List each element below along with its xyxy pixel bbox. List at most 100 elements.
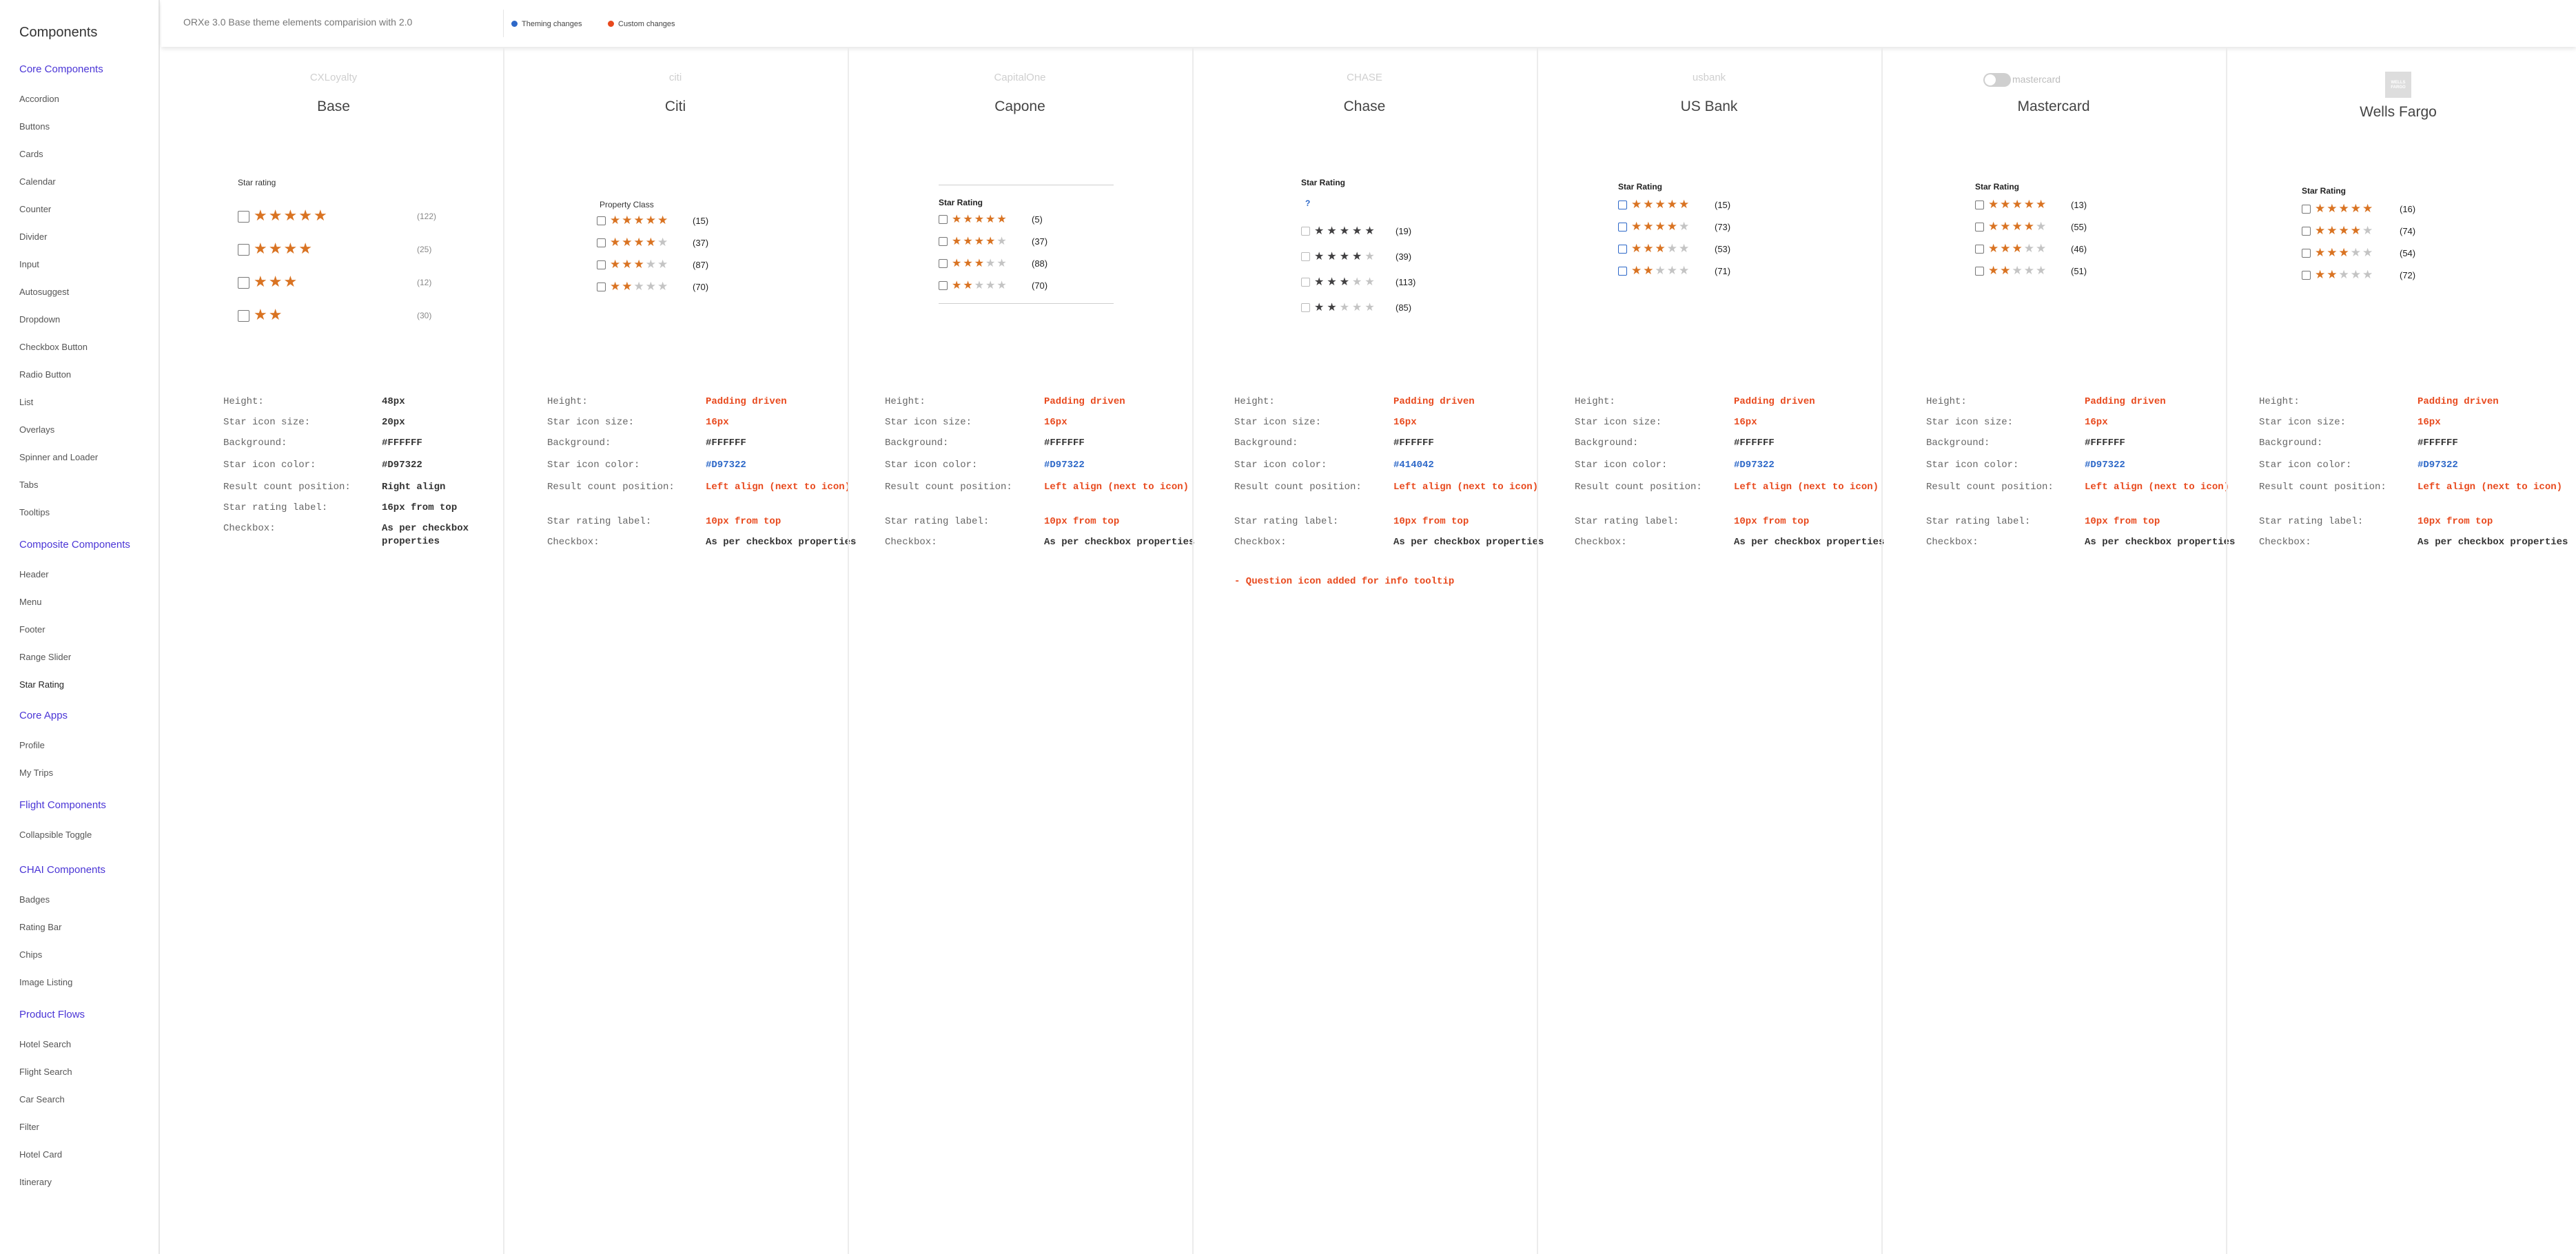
sidebar-item-dropdown[interactable]: Dropdown: [19, 314, 60, 325]
star-rating-option[interactable]: ★ ★ ★ ★ ★: [1301, 275, 1378, 289]
checkbox[interactable]: [1301, 277, 1310, 287]
star-rating-option[interactable]: ★ ★ ★ ★: [238, 242, 314, 257]
star-rating-option[interactable]: ★ ★ ★ ★ ★: [597, 258, 669, 271]
sidebar-item-spinner-and-loader[interactable]: Spinner and Loader: [19, 452, 98, 462]
sidebar-item-filter[interactable]: Filter: [19, 1122, 39, 1132]
property-label: Background:: [547, 438, 611, 449]
star-rating-option[interactable]: ★ ★ ★ ★ ★: [2302, 202, 2374, 216]
property-label: Height:: [2259, 396, 2300, 407]
checkbox[interactable]: [2302, 248, 2311, 258]
star-rating-option[interactable]: ★ ★ ★ ★ ★: [1618, 242, 1690, 256]
star-rating-option[interactable]: ★ ★ ★: [238, 275, 298, 290]
sidebar-item-rating-bar[interactable]: Rating Bar: [19, 922, 61, 932]
checkbox[interactable]: [597, 282, 606, 291]
sidebar-item-header[interactable]: Header: [19, 569, 49, 579]
sidebar-item-input[interactable]: Input: [19, 259, 39, 269]
sidebar-item-flight-search[interactable]: Flight Search: [19, 1067, 72, 1077]
sidebar-item-itinerary[interactable]: Itinerary: [19, 1177, 52, 1187]
property-label: Checkbox:: [547, 537, 600, 548]
sidebar-item-star-rating[interactable]: Star Rating: [19, 679, 64, 690]
sidebar-item-autosuggest[interactable]: Autosuggest: [19, 287, 69, 297]
sidebar-item-collapsible-toggle[interactable]: Collapsible Toggle: [19, 830, 92, 840]
checkbox[interactable]: [1618, 244, 1627, 254]
star-rating-option[interactable]: ★ ★: [238, 308, 283, 323]
star-rating-option[interactable]: ★ ★ ★ ★ ★: [1975, 264, 2047, 278]
checkbox[interactable]: [238, 276, 249, 289]
sidebar-item-tooltips[interactable]: Tooltips: [19, 507, 50, 517]
checkbox[interactable]: [939, 280, 948, 290]
property-value: 10px from top: [1044, 516, 1120, 527]
checkbox[interactable]: [1975, 244, 1984, 254]
star-rating-option[interactable]: ★ ★ ★ ★ ★: [1301, 249, 1378, 263]
question-icon[interactable]: ?: [1305, 198, 1310, 208]
checkbox[interactable]: [238, 309, 249, 322]
star-rating-option[interactable]: ★ ★ ★ ★ ★: [939, 234, 1008, 248]
checkbox[interactable]: [939, 236, 948, 246]
star-rating-option[interactable]: ★ ★ ★ ★ ★: [939, 278, 1008, 292]
sidebar-item-cards[interactable]: Cards: [19, 149, 43, 159]
star-rating-option[interactable]: ★ ★ ★ ★ ★: [597, 214, 669, 227]
sidebar-item-chips[interactable]: Chips: [19, 949, 42, 960]
sidebar-item-footer[interactable]: Footer: [19, 624, 45, 635]
sidebar-item-buttons[interactable]: Buttons: [19, 121, 50, 132]
star-rating-option[interactable]: ★ ★ ★ ★ ★: [597, 280, 669, 294]
star-rating-option[interactable]: ★ ★ ★ ★ ★: [238, 209, 329, 224]
star-rating-option[interactable]: ★ ★ ★ ★ ★: [1618, 264, 1690, 278]
sidebar-item-calendar[interactable]: Calendar: [19, 176, 56, 187]
sidebar-item-overlays[interactable]: Overlays: [19, 424, 54, 435]
sidebar-item-menu[interactable]: Menu: [19, 597, 42, 607]
star-rating-option[interactable]: ★ ★ ★ ★ ★: [1975, 242, 2047, 256]
checkbox[interactable]: [2302, 204, 2311, 214]
checkbox[interactable]: [939, 214, 948, 224]
sidebar-item-divider[interactable]: Divider: [19, 232, 47, 242]
sidebar-item-radio-button[interactable]: Radio Button: [19, 369, 71, 380]
star-filled-icon: ★: [2023, 219, 2034, 234]
checkbox[interactable]: [939, 258, 948, 268]
star-rating-option[interactable]: ★ ★ ★ ★ ★: [939, 212, 1008, 226]
checkbox[interactable]: [1975, 222, 1984, 232]
checkbox[interactable]: [1618, 200, 1627, 209]
star-rating-option[interactable]: ★ ★ ★ ★ ★: [1618, 220, 1690, 234]
sidebar-item-image-listing[interactable]: Image Listing: [19, 977, 72, 987]
checkbox[interactable]: [1618, 222, 1627, 232]
checkbox[interactable]: [2302, 226, 2311, 236]
sidebar-item-hotel-card[interactable]: Hotel Card: [19, 1149, 62, 1160]
checkbox[interactable]: [1301, 251, 1310, 261]
checkbox[interactable]: [1301, 226, 1310, 236]
sidebar-item-range-slider[interactable]: Range Slider: [19, 652, 71, 662]
star-rating-option[interactable]: ★ ★ ★ ★ ★: [939, 256, 1008, 270]
checkbox[interactable]: [597, 260, 606, 269]
sidebar-item-badges[interactable]: Badges: [19, 894, 50, 905]
star-rating-option[interactable]: ★ ★ ★ ★ ★: [2302, 246, 2374, 260]
checkbox[interactable]: [1301, 302, 1310, 312]
star-rating-option[interactable]: ★ ★ ★ ★ ★: [1301, 224, 1378, 238]
checkbox[interactable]: [1975, 200, 1984, 209]
star-rating-option[interactable]: ★ ★ ★ ★ ★: [2302, 268, 2374, 282]
sidebar-item-my-trips[interactable]: My Trips: [19, 768, 53, 778]
star-rating-option[interactable]: ★ ★ ★ ★ ★: [1975, 220, 2047, 234]
sidebar-item-tabs[interactable]: Tabs: [19, 480, 38, 490]
sidebar-item-accordion[interactable]: Accordion: [19, 94, 59, 104]
checkbox[interactable]: [238, 243, 249, 256]
checkbox[interactable]: [1618, 266, 1627, 276]
checkbox[interactable]: [597, 216, 606, 225]
sidebar-item-hotel-search[interactable]: Hotel Search: [19, 1039, 71, 1049]
checkbox[interactable]: [597, 238, 606, 247]
stars-group: ★ ★: [254, 308, 283, 323]
stars-group: ★ ★ ★ ★ ★: [1988, 265, 2047, 277]
property-label: Checkbox:: [223, 523, 276, 534]
star-rating-option[interactable]: ★ ★ ★ ★ ★: [1301, 300, 1378, 314]
sidebar-item-list[interactable]: List: [19, 397, 33, 407]
star-rating-option[interactable]: ★ ★ ★ ★ ★: [1618, 198, 1690, 212]
result-count: (25): [417, 245, 432, 254]
checkbox[interactable]: [238, 210, 249, 223]
sidebar-item-profile[interactable]: Profile: [19, 740, 45, 750]
checkbox[interactable]: [1975, 266, 1984, 276]
sidebar-item-counter[interactable]: Counter: [19, 204, 51, 214]
star-rating-option[interactable]: ★ ★ ★ ★ ★: [1975, 198, 2047, 212]
sidebar-item-car-search[interactable]: Car Search: [19, 1094, 65, 1104]
star-rating-option[interactable]: ★ ★ ★ ★ ★: [2302, 224, 2374, 238]
checkbox[interactable]: [2302, 270, 2311, 280]
sidebar-item-checkbox-button[interactable]: Checkbox Button: [19, 342, 88, 352]
star-rating-option[interactable]: ★ ★ ★ ★ ★: [597, 236, 669, 249]
